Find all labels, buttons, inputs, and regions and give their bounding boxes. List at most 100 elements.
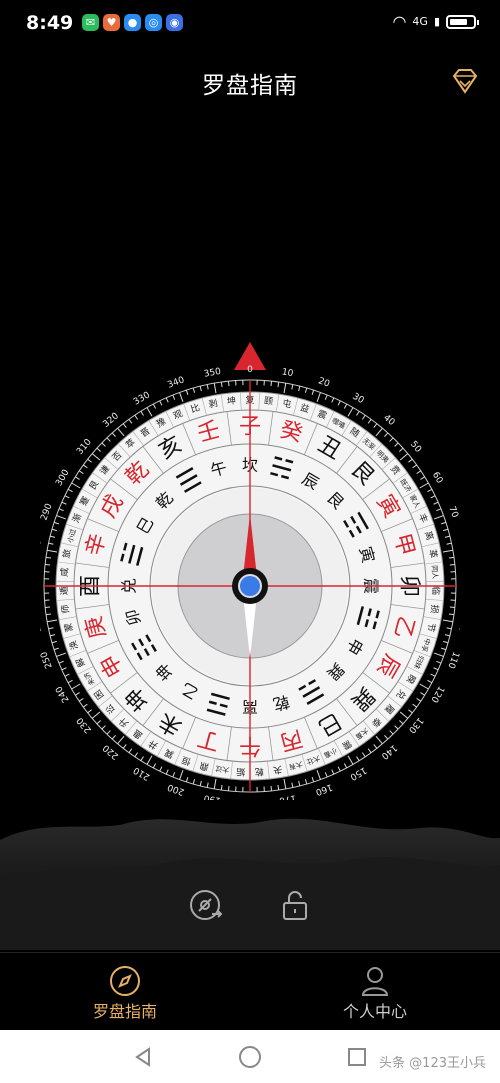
degree-tick xyxy=(449,563,455,566)
vip-diamond-icon[interactable] xyxy=(450,66,480,96)
degree-tick xyxy=(47,619,58,623)
degree-tick xyxy=(56,515,66,520)
degree-tick xyxy=(361,414,366,420)
degree-tick xyxy=(444,634,451,637)
degree-tick xyxy=(67,679,73,684)
degree-tick xyxy=(227,381,230,387)
degree-tick xyxy=(165,397,169,403)
battery-icon xyxy=(446,14,479,29)
bulb-app-icon: ● xyxy=(124,14,141,31)
degree-tick xyxy=(56,652,66,657)
degree-tick xyxy=(101,725,106,730)
hexagram-label: 坤 xyxy=(226,395,236,408)
degree-tick xyxy=(159,400,163,406)
degree-tick xyxy=(347,407,354,417)
compass-dial[interactable]: 0102030405060708090100110120130140150160… xyxy=(29,330,471,807)
degree-label: 30 xyxy=(351,392,366,407)
degree-label: 20 xyxy=(317,376,331,389)
person-nav-icon xyxy=(361,967,389,996)
degree-tick xyxy=(45,563,51,566)
degree-tick xyxy=(416,697,422,702)
degree-tick xyxy=(430,495,436,499)
degree-tick xyxy=(389,730,394,735)
degree-tick xyxy=(419,683,429,690)
degree-label: 280 xyxy=(40,539,44,558)
degree-label: 0 xyxy=(247,365,253,375)
degree-tick xyxy=(394,725,399,730)
degree-tick xyxy=(53,647,59,651)
compass[interactable]: 0102030405060708090100110120130140150160… xyxy=(29,330,471,807)
degree-tick xyxy=(356,411,360,416)
recents-icon[interactable] xyxy=(346,1046,368,1068)
degree-tick xyxy=(61,501,67,505)
degree-tick xyxy=(311,777,315,783)
degree-tick xyxy=(356,756,360,761)
nav-compass-tab[interactable]: 罗盘指南 xyxy=(0,962,250,1026)
degree-label: 100 xyxy=(456,614,460,633)
degree-tick xyxy=(436,660,442,664)
degree-tick xyxy=(206,384,209,390)
degree-label: 240 xyxy=(54,684,71,704)
degree-tick xyxy=(298,385,301,392)
back-icon[interactable] xyxy=(132,1046,154,1068)
degree-label: 60 xyxy=(430,471,445,486)
hexagram-label: 师 xyxy=(59,604,72,614)
degree-tick xyxy=(427,488,433,493)
degree-tick xyxy=(51,528,57,532)
degree-tick xyxy=(420,476,425,480)
degree-tick xyxy=(49,535,56,538)
degree-tick xyxy=(128,419,133,424)
status-right: ◠ 4G ▮ xyxy=(392,12,479,31)
degree-tick xyxy=(442,619,453,623)
degree-tick xyxy=(213,383,217,394)
degree-tick xyxy=(48,542,54,545)
degree-tick xyxy=(343,763,348,769)
degree-tick xyxy=(83,464,88,469)
degree-label: 80 xyxy=(457,542,460,555)
degree-tick xyxy=(412,703,417,708)
bottom-divider xyxy=(0,952,500,953)
degree-tick xyxy=(419,482,429,489)
home-icon[interactable] xyxy=(238,1045,262,1069)
degree-label: 190 xyxy=(203,792,222,800)
degree-tick xyxy=(199,385,202,392)
degree-label: 260 xyxy=(40,614,44,633)
watermark: 头条 @123王小兵 xyxy=(379,1056,486,1071)
degree-tick xyxy=(408,709,413,714)
degree-tick xyxy=(220,381,223,388)
degree-tick xyxy=(96,720,101,725)
nav-profile-tab[interactable]: 个人中心 xyxy=(250,962,500,1026)
degree-tick xyxy=(304,387,308,393)
search-app-icon: ◎ xyxy=(145,14,162,31)
degree-label: 350 xyxy=(203,367,222,380)
degree-tick xyxy=(91,711,101,719)
hexagram-label: 颐 xyxy=(263,396,273,408)
degree-tick xyxy=(449,606,455,609)
degree-tick xyxy=(71,683,81,690)
degree-tick xyxy=(389,437,394,442)
degree-tick xyxy=(134,752,139,758)
degree-tick xyxy=(53,521,59,525)
hexagram-label: 遁 xyxy=(58,586,70,595)
degree-label: 120 xyxy=(428,684,445,704)
calibrate-button[interactable] xyxy=(188,888,224,924)
degree-label: 40 xyxy=(381,413,396,428)
degree-tick xyxy=(433,501,439,505)
degree-label: 290 xyxy=(40,502,55,522)
degree-tick xyxy=(443,528,449,532)
degree-tick xyxy=(192,387,196,393)
hexagram-label: 乾 xyxy=(254,766,264,778)
degree-tick xyxy=(446,542,452,545)
unlock-button[interactable] xyxy=(278,888,314,924)
degree-tick xyxy=(448,613,455,616)
degree-tick xyxy=(399,447,404,452)
degree-tick xyxy=(159,766,163,772)
degree-tick xyxy=(83,703,88,708)
degree-tick xyxy=(101,442,106,447)
degree-tick xyxy=(399,453,409,461)
degree-tick xyxy=(152,763,157,769)
degree-tick xyxy=(283,778,287,789)
degree-tick xyxy=(367,419,372,424)
degree-tick xyxy=(324,394,328,400)
degree-tick xyxy=(433,667,439,671)
